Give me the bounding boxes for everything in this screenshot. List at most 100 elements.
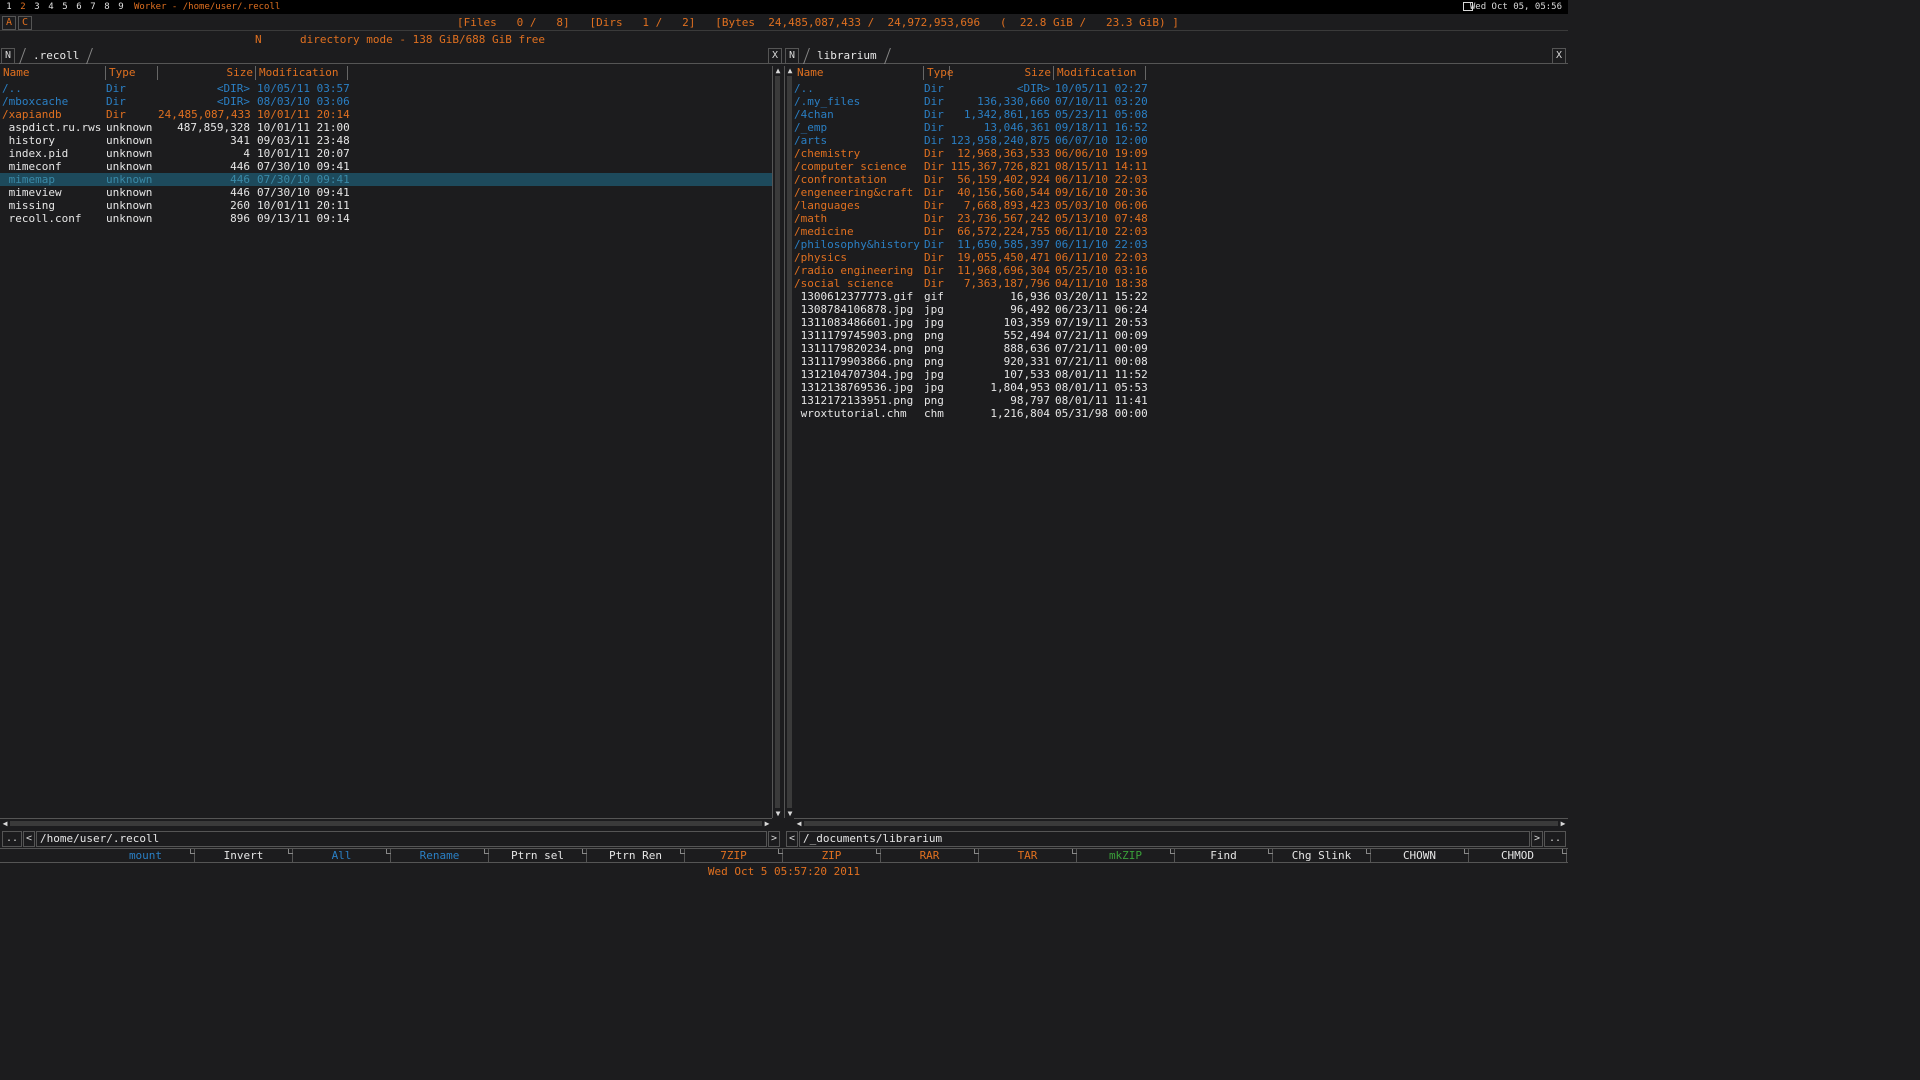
- left-header-name[interactable]: Name: [0, 66, 106, 80]
- button-ptrn-ren[interactable]: Ptrn Ren: [587, 849, 685, 863]
- right-file-row[interactable]: /engeneering&craft Dir 40,156,560,544 09/16…: [794, 186, 1568, 199]
- button-mount[interactable]: mount: [97, 849, 195, 863]
- right-file-row[interactable]: /chemistry Dir 12,968,363,533 06/06/10 19:0…: [794, 147, 1568, 160]
- right-file-row[interactable]: /physics Dir 19,055,450,471 06/11/10 22:03: [794, 251, 1568, 264]
- right-file-row[interactable]: /social science Dir 7,363,187,796 04/11/10 …: [794, 277, 1568, 290]
- scroll-left-icon[interactable]: ◀: [794, 819, 804, 828]
- left-vscroll-track[interactable]: [775, 76, 780, 808]
- right-close-tab-button[interactable]: X: [1552, 48, 1566, 64]
- right-file-row[interactable]: /_emp Dir 13,046,361 09/18/11 16:52: [794, 121, 1568, 134]
- workspace-switcher[interactable]: 123456789: [2, 0, 128, 14]
- right-new-tab-button[interactable]: N: [785, 48, 799, 64]
- button-7zip[interactable]: 7ZIP: [685, 849, 783, 863]
- right-file-row[interactable]: 1312138769536.jpg jpg 1,804,953 08/01/11 05…: [794, 381, 1568, 394]
- right-file-row[interactable]: /.. Dir <DIR> 10/05/11 02:27: [794, 82, 1568, 95]
- left-file-row[interactable]: index.pid unknown 4 10/01/11 20:07: [0, 147, 772, 160]
- scroll-down-icon[interactable]: ▼: [785, 809, 795, 818]
- right-history-back-button[interactable]: <: [786, 831, 798, 847]
- button-ptrn-sel[interactable]: Ptrn sel: [489, 849, 587, 863]
- right-file-row[interactable]: /.my_files Dir 136,330,660 07/10/11 03:20: [794, 95, 1568, 108]
- left-header-type[interactable]: Type: [106, 66, 158, 80]
- right-vertical-scrollbar[interactable]: ▲ ▼: [784, 66, 794, 818]
- workspace-5[interactable]: 5: [58, 0, 72, 14]
- left-history-back-button[interactable]: <: [23, 831, 35, 847]
- scroll-left-icon[interactable]: ◀: [0, 819, 10, 828]
- workspace-9[interactable]: 9: [114, 0, 128, 14]
- button-zip[interactable]: ZIP: [783, 849, 881, 863]
- scroll-up-icon[interactable]: ▲: [773, 66, 783, 75]
- button-tar[interactable]: TAR: [979, 849, 1077, 863]
- button-c[interactable]: C: [18, 16, 32, 30]
- left-header-size[interactable]: Size: [158, 66, 256, 80]
- right-parent-dir-button[interactable]: ..: [1544, 831, 1566, 847]
- right-file-row[interactable]: /arts Dir 123,958,240,875 06/07/10 12:00: [794, 134, 1568, 147]
- right-file-row[interactable]: 1312104707304.jpg jpg 107,533 08/01/11 11:5…: [794, 368, 1568, 381]
- left-file-row[interactable]: history unknown 341 09/03/11 23:48: [0, 134, 772, 147]
- button-chmod[interactable]: CHMOD: [1469, 849, 1567, 863]
- right-file-row[interactable]: 1311083486601.jpg jpg 103,359 07/19/11 20:5…: [794, 316, 1568, 329]
- button-mkzip[interactable]: mkZIP: [1077, 849, 1175, 863]
- left-file-row[interactable]: aspdict.ru.rws unknown 487,859,328 10/01/11…: [0, 121, 772, 134]
- right-file-row[interactable]: /computer science Dir 115,367,726,821 08/15…: [794, 160, 1568, 173]
- left-parent-dir-button[interactable]: ..: [2, 831, 22, 847]
- left-file-row[interactable]: mimemap unknown 446 07/30/10 09:41: [0, 173, 772, 186]
- right-file-row[interactable]: 1300612377773.gif gif 16,936 03/20/11 15:22: [794, 290, 1568, 303]
- left-file-row[interactable]: /mboxcache Dir <DIR> 08/03/10 03:06: [0, 95, 772, 108]
- right-file-row[interactable]: /medicine Dir 66,572,224,755 06/11/10 22:03: [794, 225, 1568, 238]
- left-new-tab-button[interactable]: N: [1, 48, 15, 64]
- right-header-size[interactable]: Size: [950, 66, 1054, 80]
- right-tab[interactable]: librarium: [803, 48, 891, 64]
- left-history-forward-button[interactable]: >: [768, 831, 780, 847]
- right-file-row[interactable]: /math Dir 23,736,567,242 05/13/10 07:48: [794, 212, 1568, 225]
- left-header-mod[interactable]: Modification: [256, 66, 348, 80]
- button-find[interactable]: Find: [1175, 849, 1273, 863]
- left-vertical-scrollbar[interactable]: ▲ ▼: [772, 66, 782, 818]
- left-file-row[interactable]: recoll.conf unknown 896 09/13/11 09:14: [0, 212, 772, 225]
- left-file-row[interactable]: missing unknown 260 10/01/11 20:11: [0, 199, 772, 212]
- button-invert[interactable]: Invert: [195, 849, 293, 863]
- workspace-8[interactable]: 8: [100, 0, 114, 14]
- right-file-row[interactable]: 1311179745903.png png 552,494 07/21/11 00:0…: [794, 329, 1568, 342]
- right-file-row[interactable]: 1308784106878.jpg jpg 96,492 06/23/11 06:24: [794, 303, 1568, 316]
- left-hscroll-track[interactable]: [10, 821, 762, 826]
- workspace-4[interactable]: 4: [44, 0, 58, 14]
- button-all[interactable]: All: [293, 849, 391, 863]
- right-header-mod[interactable]: Modification: [1054, 66, 1146, 80]
- button-a[interactable]: A: [2, 16, 16, 30]
- right-horizontal-scrollbar[interactable]: ◀ ▶: [794, 818, 1568, 828]
- scroll-right-icon[interactable]: ▶: [1558, 819, 1568, 828]
- right-history-forward-button[interactable]: >: [1531, 831, 1543, 847]
- workspace-6[interactable]: 6: [72, 0, 86, 14]
- right-file-row[interactable]: /4chan Dir 1,342,861,165 05/23/11 05:08: [794, 108, 1568, 121]
- workspace-7[interactable]: 7: [86, 0, 100, 14]
- button-chown[interactable]: CHOWN: [1371, 849, 1469, 863]
- right-vscroll-track[interactable]: [787, 76, 792, 808]
- left-file-row[interactable]: /xapiandb Dir 24,485,087,433 10/01/11 20:14: [0, 108, 772, 121]
- right-file-row[interactable]: /confrontation Dir 56,159,402,924 06/11/10 …: [794, 173, 1568, 186]
- right-file-row[interactable]: 1311179820234.png png 888,636 07/21/11 00:0…: [794, 342, 1568, 355]
- right-file-row[interactable]: /radio engineering Dir 11,968,696,304 05/25…: [794, 264, 1568, 277]
- right-hscroll-track[interactable]: [804, 821, 1558, 826]
- workspace-2[interactable]: 2: [16, 0, 30, 14]
- left-path-input[interactable]: /home/user/.recoll: [36, 831, 767, 847]
- right-file-row[interactable]: wroxtutorial.chm chm 1,216,804 05/31/98 00:…: [794, 407, 1568, 420]
- workspace-3[interactable]: 3: [30, 0, 44, 14]
- right-path-input[interactable]: /_documents/librarium: [799, 831, 1530, 847]
- scroll-right-icon[interactable]: ▶: [762, 819, 772, 828]
- scroll-down-icon[interactable]: ▼: [773, 809, 783, 818]
- button-chg-slink[interactable]: Chg Slink: [1273, 849, 1371, 863]
- right-file-row[interactable]: /languages Dir 7,668,893,423 05/03/10 06:06: [794, 199, 1568, 212]
- button-rename[interactable]: Rename: [391, 849, 489, 863]
- right-file-row[interactable]: 1311179903866.png png 920,331 07/21/11 00:0…: [794, 355, 1568, 368]
- left-file-row[interactable]: mimeconf unknown 446 07/30/10 09:41: [0, 160, 772, 173]
- workspace-1[interactable]: 1: [2, 0, 16, 14]
- right-header-type[interactable]: Type: [924, 66, 954, 80]
- button-rar[interactable]: RAR: [881, 849, 979, 863]
- left-close-tab-button[interactable]: X: [768, 48, 782, 64]
- left-file-row[interactable]: /.. Dir <DIR> 10/05/11 03:57: [0, 82, 772, 95]
- left-horizontal-scrollbar[interactable]: ◀ ▶: [0, 818, 772, 828]
- right-header-name[interactable]: Name: [794, 66, 924, 80]
- left-tab[interactable]: .recoll: [19, 48, 94, 64]
- right-file-row[interactable]: 1312172133951.png png 98,797 08/01/11 11:41: [794, 394, 1568, 407]
- left-file-row[interactable]: mimeview unknown 446 07/30/10 09:41: [0, 186, 772, 199]
